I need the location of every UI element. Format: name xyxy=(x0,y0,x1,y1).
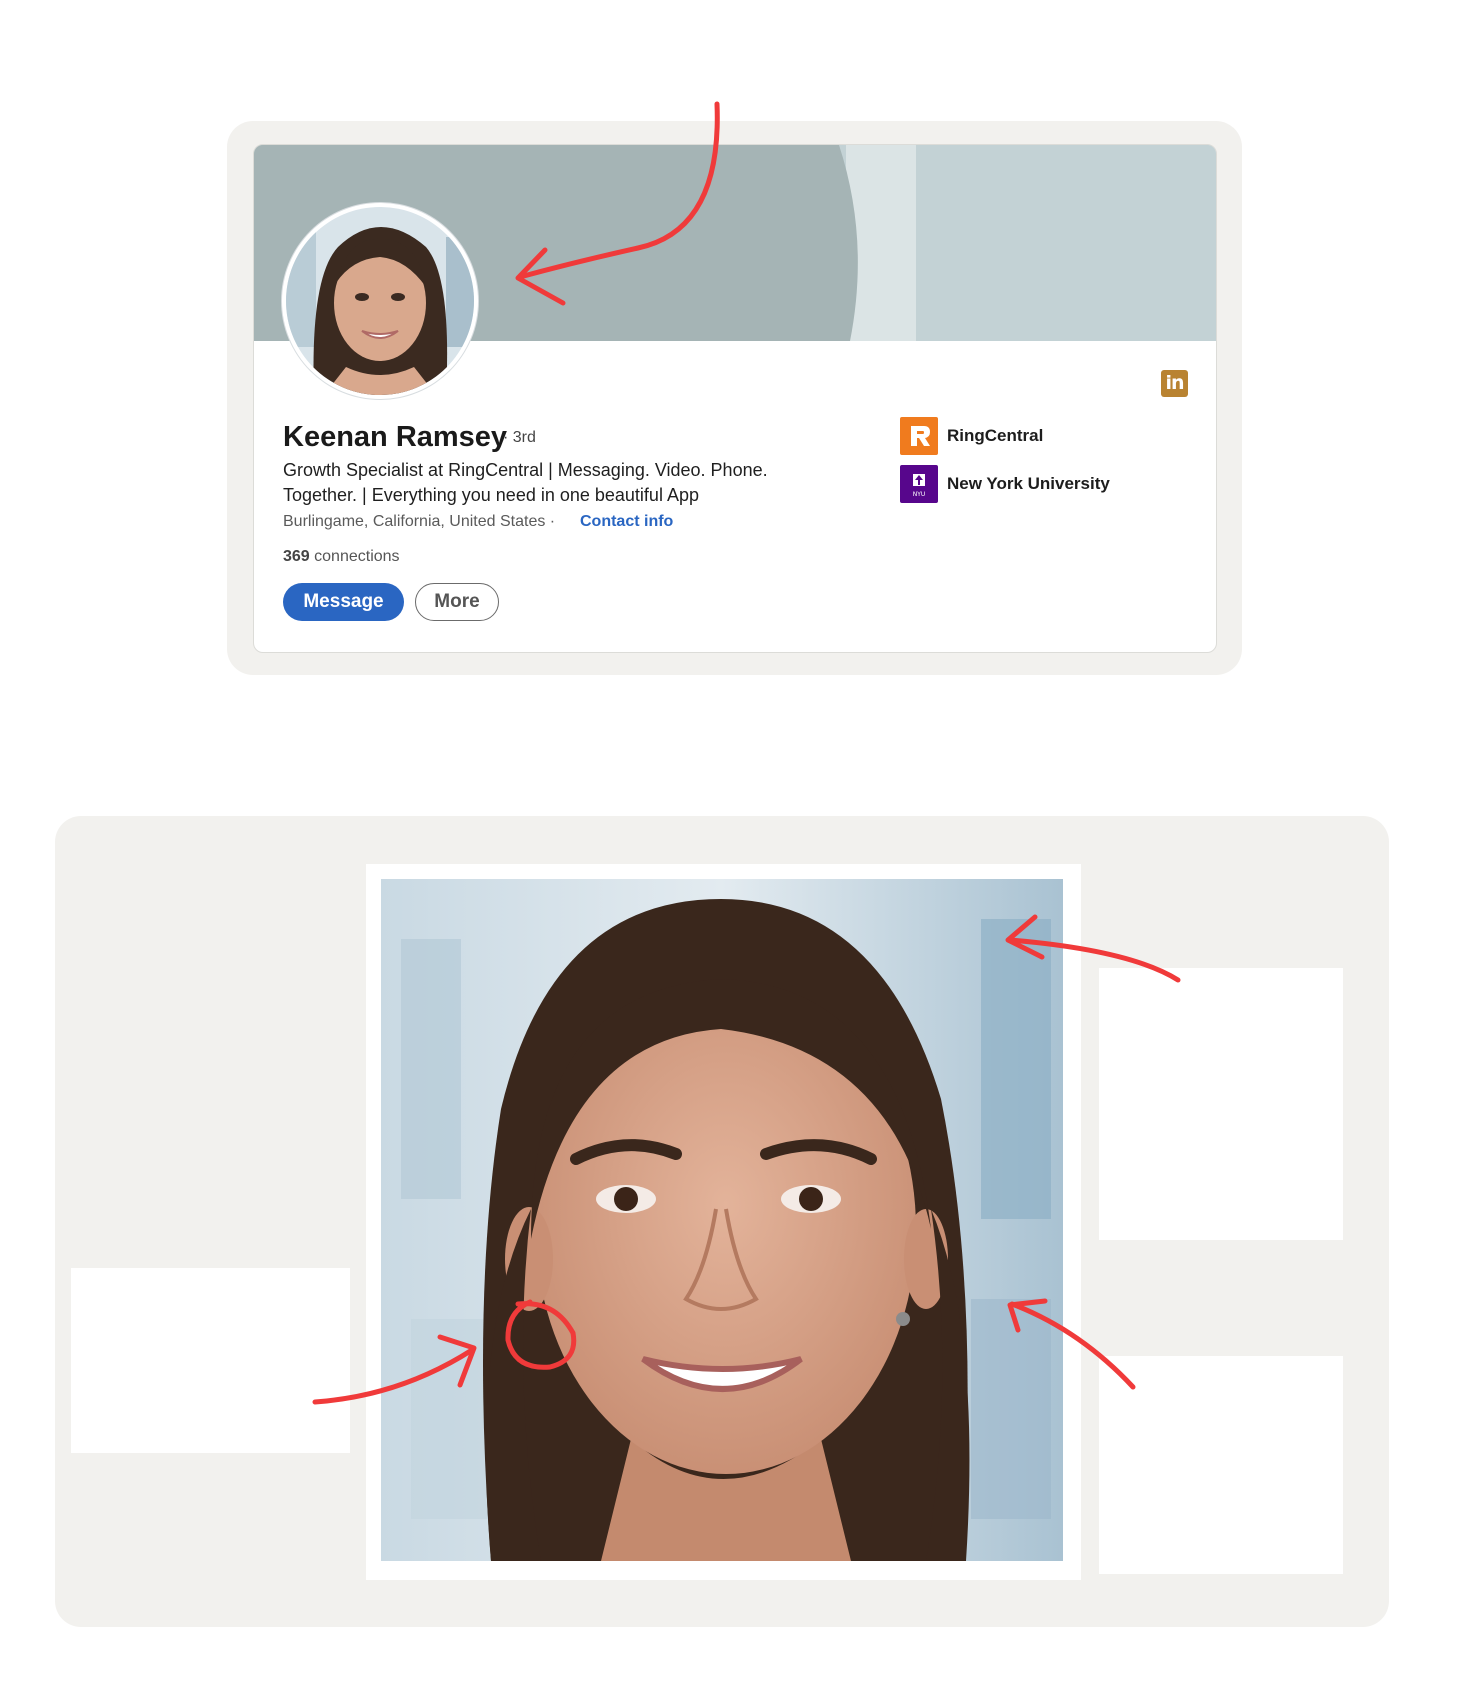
connections-number: 369 xyxy=(283,548,310,565)
placeholder-box-right-bottom xyxy=(1099,1356,1343,1574)
more-button[interactable]: More xyxy=(415,583,499,621)
connections-label: connections xyxy=(314,548,400,565)
profile-location: Burlingame, California, United States · xyxy=(283,513,556,530)
profile-photo-enlarged xyxy=(381,879,1063,1561)
nyu-logo-icon[interactable]: NYU xyxy=(900,465,938,503)
profile-avatar[interactable] xyxy=(282,203,478,399)
connection-degree: · 3rd xyxy=(503,429,536,446)
placeholder-box-left xyxy=(71,1268,350,1453)
message-button[interactable]: Message xyxy=(283,583,404,621)
placeholder-box-right-top xyxy=(1099,968,1343,1240)
profile-name: Keenan Ramsey xyxy=(283,421,508,453)
connections-count: 369 connections xyxy=(283,548,400,566)
organization-ringcentral[interactable]: RingCentral xyxy=(947,426,1043,446)
nyu-logo-text: NYU xyxy=(913,491,926,498)
profile-card: in Keenan Ramsey · 3rd Growth Specialist… xyxy=(253,144,1217,653)
ringcentral-logo-icon[interactable] xyxy=(900,417,938,455)
profile-headline: Growth Specialist at RingCentral | Messa… xyxy=(283,460,768,505)
linkedin-icon[interactable]: in xyxy=(1161,370,1188,397)
organization-nyu[interactable]: New York University xyxy=(947,474,1110,494)
contact-info-link[interactable]: Contact info xyxy=(580,513,673,531)
